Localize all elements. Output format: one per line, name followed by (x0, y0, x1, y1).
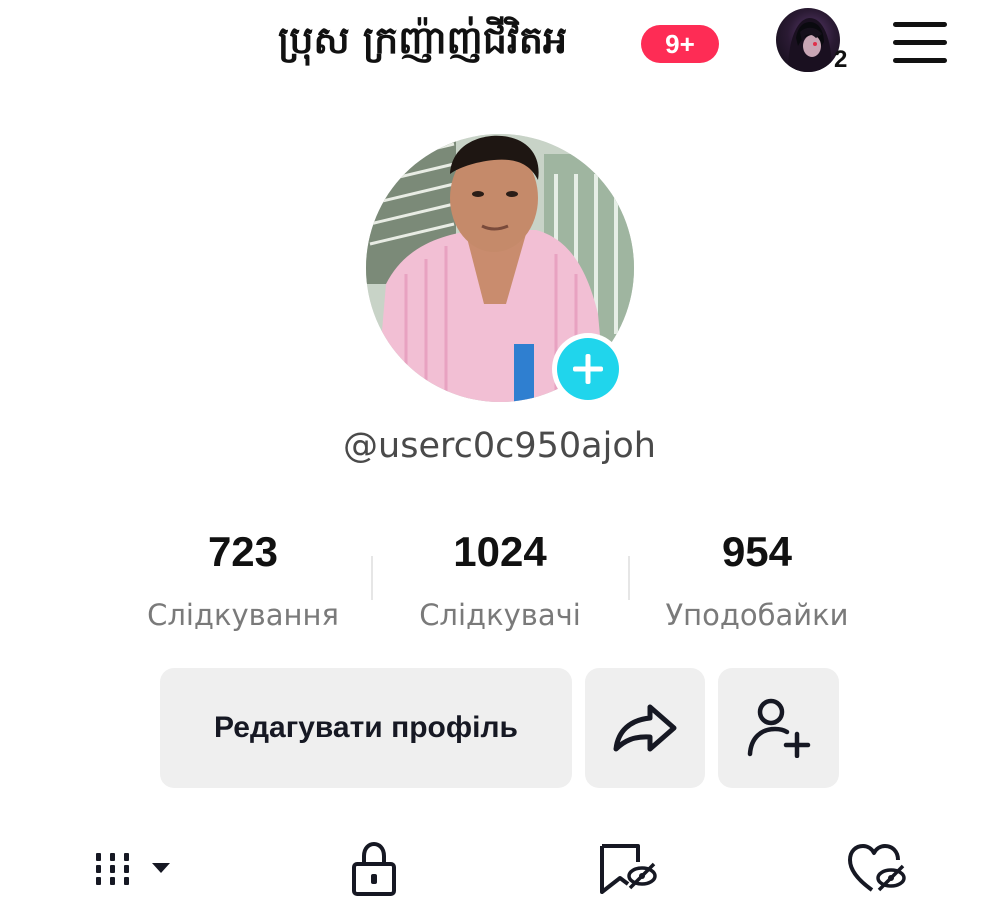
stat-followers-value: 1024 (453, 528, 547, 575)
add-avatar-button[interactable] (552, 333, 624, 405)
menu-icon[interactable] (893, 22, 947, 64)
videos-grid-icon (96, 853, 170, 885)
account-count: 2 (834, 46, 848, 73)
stat-following-value: 723 (207, 528, 279, 575)
tab-private[interactable] (350, 838, 398, 898)
tab-videos[interactable] (94, 838, 178, 898)
edit-profile-button[interactable]: Редагувати профіль (160, 668, 572, 788)
add-friend-button[interactable] (718, 668, 839, 788)
stat-likes-value: 954 (721, 528, 793, 575)
tab-saved[interactable] (598, 838, 658, 898)
bookmark-hidden-icon (600, 844, 657, 894)
username: @userc0c950ajoh (343, 426, 656, 466)
notification-badge: 9+ (641, 25, 719, 63)
plus-icon (557, 338, 619, 400)
share-profile-button[interactable] (585, 668, 705, 788)
stat-likes[interactable]: 954 Уподобайки (627, 526, 887, 632)
stat-followers-label: Слідкувачі (419, 598, 581, 632)
share-arrow-icon (613, 704, 677, 752)
account-avatar (776, 8, 840, 72)
stat-likes-label: Уподобайки (665, 598, 849, 632)
account-switcher[interactable]: 2 (776, 8, 858, 76)
stat-following[interactable]: 723 Слідкування (113, 526, 373, 632)
stat-followers[interactable]: 1024 Слідкувачі (370, 526, 630, 632)
profile-display-name[interactable]: ប្រុស ក្រញ៉ាញ់ជីវិតអ (278, 14, 567, 74)
lock-icon (352, 841, 396, 896)
tab-liked[interactable] (846, 838, 908, 898)
heart-hidden-icon (848, 844, 906, 892)
stat-following-label: Слідкування (147, 598, 339, 632)
add-user-icon (747, 698, 810, 758)
